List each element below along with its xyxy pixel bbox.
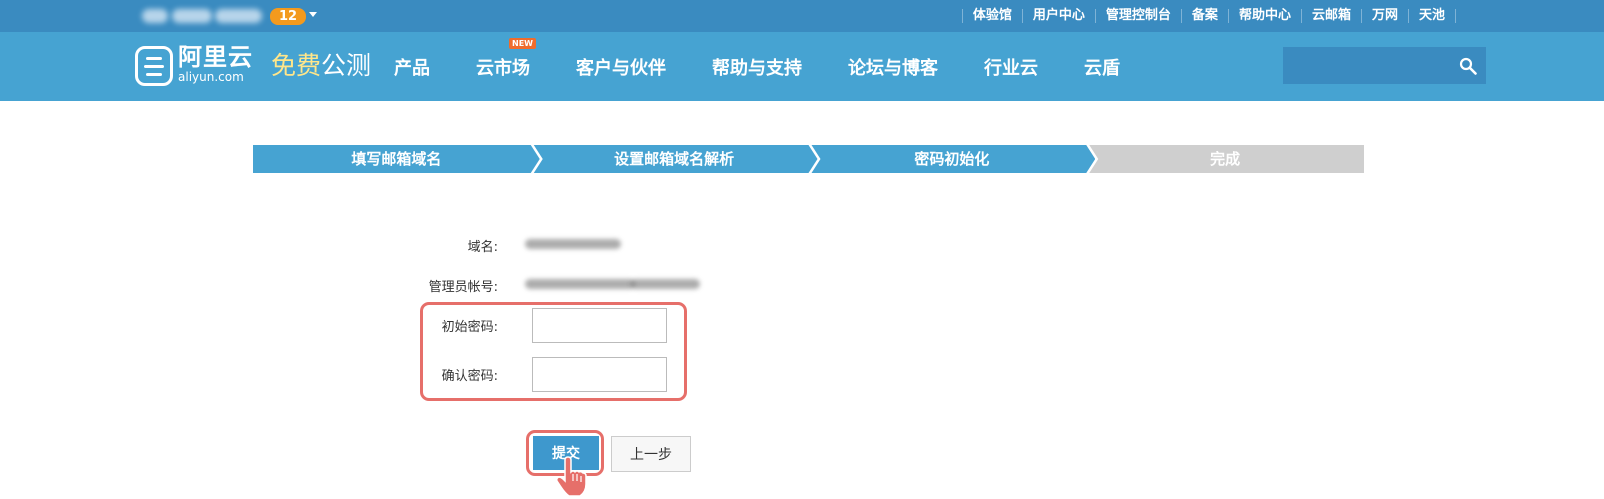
nav-item-products[interactable]: 产品: [394, 54, 430, 80]
step-dns-setup: 设置邮箱域名解析: [533, 145, 818, 173]
toplink-icp[interactable]: 备案: [1180, 9, 1228, 23]
initial-password-input[interactable]: [532, 308, 667, 343]
nav-item-security[interactable]: 云盾: [1084, 54, 1120, 80]
search-input[interactable]: [1283, 47, 1486, 84]
new-badge: NEW: [509, 37, 536, 49]
username-redacted[interactable]: [142, 9, 262, 23]
chevron-down-icon[interactable]: [309, 12, 317, 17]
logo-domain: aliyun.com: [178, 70, 244, 84]
promo-highlight: 免费: [271, 51, 322, 80]
toplink-wanwang[interactable]: 万网: [1360, 9, 1408, 23]
initial-password-label: 初始密码:: [441, 320, 498, 335]
nav-item-marketplace[interactable]: 云市场 NEW: [476, 37, 536, 80]
step-password-init: 密码初始化: [811, 145, 1096, 173]
admin-account-value-redacted: [525, 279, 700, 289]
toplink-tianchi[interactable]: 天池: [1407, 9, 1456, 23]
logo-name: 阿里云: [178, 43, 253, 71]
message-count-badge[interactable]: 12: [270, 8, 306, 25]
toplink-help[interactable]: 帮助中心: [1227, 9, 1301, 23]
toplink-console[interactable]: 管理控制台: [1094, 9, 1181, 23]
promo-text: 公测: [321, 51, 372, 80]
nav-item-help[interactable]: 帮助与支持: [712, 54, 802, 80]
promo-free-beta[interactable]: 免费公测: [271, 50, 371, 82]
previous-step-button[interactable]: 上一步: [611, 436, 691, 472]
nav-item-label: 云市场: [476, 57, 530, 79]
aliyun-logo-icon[interactable]: [135, 46, 173, 86]
step-complete: 完成: [1089, 145, 1364, 173]
nav-item-industry[interactable]: 行业云: [984, 54, 1038, 80]
top-links: 体验馆 用户中心 管理控制台 备案 帮助中心 云邮箱 万网 天池: [961, 0, 1456, 32]
toplink-experience[interactable]: 体验馆: [961, 9, 1022, 23]
step-label: 填写邮箱域名: [351, 150, 442, 168]
toplink-mail[interactable]: 云邮箱: [1300, 9, 1361, 23]
step-label: 完成: [1210, 150, 1241, 168]
step-label: 设置邮箱域名解析: [614, 150, 735, 168]
domain-label: 域名:: [467, 240, 498, 255]
nav-item-forum[interactable]: 论坛与博客: [848, 54, 938, 80]
step-label: 密码初始化: [914, 150, 990, 168]
hand-pointer-icon: [556, 456, 587, 497]
logo[interactable]: 阿里云 aliyun.com: [178, 44, 253, 84]
step-progress: 填写邮箱域名 设置邮箱域名解析 密码初始化 完成: [253, 145, 1364, 173]
nav-menu: 产品 云市场 NEW 客户与伙伴 帮助与支持 论坛与博客 行业云 云盾: [394, 32, 1166, 101]
main-nav: 阿里云 aliyun.com 免费公测 产品 云市场 NEW 客户与伙伴 帮助与支…: [0, 32, 1604, 101]
domain-value-redacted: [525, 239, 621, 249]
step-fill-domain: 填写邮箱域名: [253, 145, 540, 173]
top-utility-bar: 12 体验馆 用户中心 管理控制台 备案 帮助中心 云邮箱 万网 天池: [0, 0, 1604, 32]
search-icon[interactable]: [1459, 57, 1477, 75]
nav-item-customers[interactable]: 客户与伙伴: [576, 54, 666, 80]
toplink-user-center[interactable]: 用户中心: [1021, 9, 1095, 23]
admin-account-label: 管理员帐号:: [428, 280, 498, 295]
confirm-password-input[interactable]: [532, 357, 667, 392]
confirm-password-label: 确认密码:: [441, 369, 498, 384]
